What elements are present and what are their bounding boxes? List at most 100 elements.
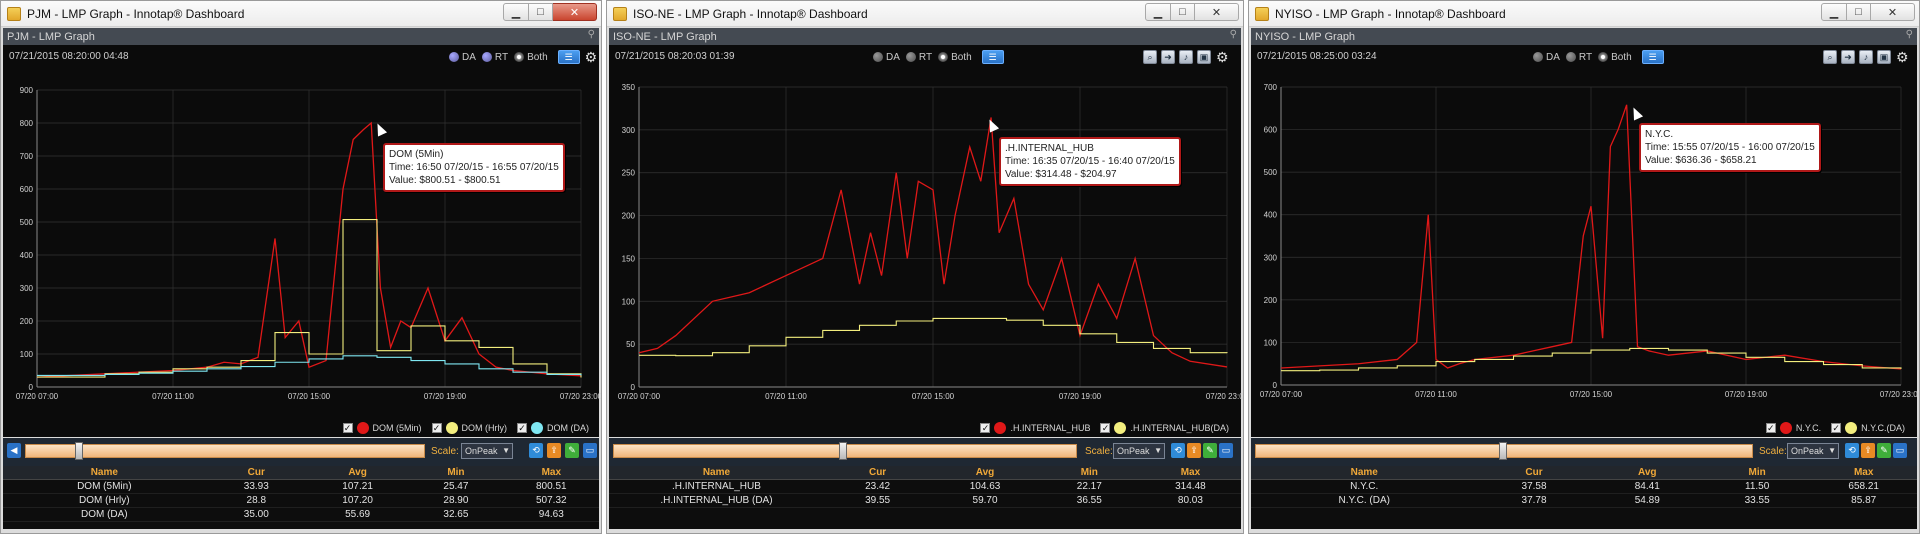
y-tick-label: 200 xyxy=(1264,296,1278,305)
x-tick-label: 07/20 19:00 xyxy=(1725,390,1768,399)
x-tick-label: 07/20 07:00 xyxy=(618,392,661,401)
pin-icon[interactable]: ⚲ xyxy=(1230,29,1237,40)
table-header: Name Cur Avg Min Max xyxy=(3,466,599,480)
legend-checkbox[interactable]: ✓ xyxy=(342,423,353,433)
table-row[interactable]: DOM (Hrly) 28.8 107.20 28.90 507.32 xyxy=(3,494,599,508)
cell-name: DOM (DA) xyxy=(80,509,128,520)
title-bar[interactable]: NYISO - LMP Graph - Innotap® Dashboard ▁… xyxy=(1249,1,1919,27)
panel-title: PJM - LMP Graph xyxy=(7,30,95,43)
chevron-down-icon: ▼ xyxy=(1828,446,1836,455)
scale-select[interactable]: OnPeak ▼ xyxy=(1113,443,1165,459)
table-header: Name Cur Avg Min Max xyxy=(1251,466,1917,480)
minimize-button[interactable]: ▁ xyxy=(503,3,529,21)
legend-label: N.Y.C.(DA) xyxy=(1861,423,1905,433)
export-button[interactable]: ⇪ xyxy=(1187,443,1201,458)
chart-tooltip: N.Y.C. Time: 15:55 07/20/15 - 16:00 07/2… xyxy=(1639,123,1821,172)
window-button[interactable]: ▭ xyxy=(1219,443,1233,458)
edit-button[interactable]: ✎ xyxy=(565,443,579,458)
table-row[interactable]: DOM (DA) 35.00 55.69 32.65 94.63 xyxy=(3,508,599,522)
legend-item-dom-hrly[interactable]: ✓ DOM (Hrly) xyxy=(431,422,507,434)
title-bar[interactable]: PJM - LMP Graph - Innotap® Dashboard ▁ □… xyxy=(1,1,601,27)
edit-button[interactable]: ✎ xyxy=(1203,443,1217,458)
close-button[interactable]: ✕ xyxy=(1195,3,1239,21)
scale-select-value: OnPeak xyxy=(1117,446,1150,456)
maximize-button[interactable]: □ xyxy=(529,3,553,21)
col-cur: Cur xyxy=(1525,467,1543,478)
x-tick-label: 07/20 15:00 xyxy=(912,392,955,401)
window-button[interactable]: ▭ xyxy=(1893,443,1907,458)
slider-thumb[interactable] xyxy=(839,442,847,460)
pin-icon[interactable]: ⚲ xyxy=(1906,29,1913,40)
minimize-button[interactable]: ▁ xyxy=(1145,3,1171,21)
scale-select[interactable]: OnPeak ▼ xyxy=(1787,443,1839,459)
export-button[interactable]: ⇪ xyxy=(1861,443,1875,458)
col-avg: Avg xyxy=(1638,467,1657,478)
y-tick-label: 250 xyxy=(622,169,636,178)
x-tick-label: 07/20 07:00 xyxy=(16,392,59,401)
maximize-button[interactable]: □ xyxy=(1847,3,1871,21)
legend-label: N.Y.C. xyxy=(1795,423,1822,433)
legend-checkbox[interactable]: ✓ xyxy=(1831,423,1842,433)
window-controls: ▁ □ ✕ xyxy=(1821,3,1915,21)
cell-avg: 59.70 xyxy=(972,495,998,506)
chart-tooltip: .H.INTERNAL_HUB Time: 16:35 07/20/15 - 1… xyxy=(999,137,1181,186)
y-tick-label: 700 xyxy=(20,152,34,161)
legend-checkbox[interactable]: ✓ xyxy=(517,423,527,433)
legend-checkbox[interactable]: ✓ xyxy=(980,423,991,433)
cell-avg: 107.20 xyxy=(342,495,373,506)
chart-legend: ✓ DOM (5Min) ✓ DOM (Hrly) ✓ DOM (DA) xyxy=(333,422,589,434)
col-max: Max xyxy=(1853,467,1874,478)
table-row[interactable]: DOM (5Min) 33.93 107.21 25.47 800.51 xyxy=(3,480,599,494)
legend-item-dom-da[interactable]: ✓ DOM (DA) xyxy=(517,422,589,434)
edit-button[interactable]: ✎ xyxy=(1877,443,1891,458)
refresh-button[interactable]: ⟲ xyxy=(1845,443,1859,458)
table-row[interactable]: N.Y.C. 37.58 84.41 11.50 658.21 xyxy=(1251,480,1917,494)
close-button[interactable]: ✕ xyxy=(553,3,597,21)
title-bar[interactable]: ISO-NE - LMP Graph - Innotap® Dashboard … xyxy=(607,1,1243,27)
legend-label: DOM (DA) xyxy=(547,423,589,433)
tooltip-value: Value: $800.51 - $800.51 xyxy=(389,175,501,186)
scroll-left-button[interactable]: ◀ xyxy=(7,443,21,458)
tooltip-value: Value: $314.48 - $204.97 xyxy=(1005,169,1117,180)
legend-checkbox[interactable]: ✓ xyxy=(1100,423,1111,433)
legend-item-internal-hub-da[interactable]: ✓ .H.INTERNAL_HUB(DA) xyxy=(1100,422,1229,434)
slider-thumb[interactable] xyxy=(75,442,83,460)
window-button[interactable]: ▭ xyxy=(583,443,597,458)
legend-checkbox[interactable]: ✓ xyxy=(1765,423,1776,433)
y-tick-label: 0 xyxy=(29,383,34,392)
minimize-button[interactable]: ▁ xyxy=(1821,3,1847,21)
legend-item-dom-5min[interactable]: ✓ DOM (5Min) xyxy=(342,422,422,434)
time-slider[interactable] xyxy=(25,444,425,458)
legend-swatch xyxy=(356,422,369,434)
maximize-button[interactable]: □ xyxy=(1171,3,1195,21)
pin-icon[interactable]: ⚲ xyxy=(588,29,595,40)
legend-checkbox[interactable]: ✓ xyxy=(431,423,442,433)
scale-label: Scale: xyxy=(1759,446,1787,457)
desktop: PJM - LMP Graph - Innotap® Dashboard ▁ □… xyxy=(0,0,1920,534)
table-header: Name Cur Avg Min Max xyxy=(609,466,1241,480)
x-tick-label: 07/20 15:00 xyxy=(288,392,331,401)
legend-label: DOM (5Min) xyxy=(372,423,422,433)
table-row[interactable]: .H.INTERNAL_HUB 23.42 104.63 22.17 314.4… xyxy=(609,480,1241,494)
y-tick-label: 500 xyxy=(20,218,34,227)
table-row[interactable]: .H.INTERNAL_HUB (DA) 39.55 59.70 36.55 8… xyxy=(609,494,1241,508)
legend-item-nyc[interactable]: ✓ N.Y.C. xyxy=(1765,422,1822,434)
x-tick-label: 07/20 19:00 xyxy=(424,392,467,401)
close-button[interactable]: ✕ xyxy=(1871,3,1915,21)
legend-swatch xyxy=(445,422,458,434)
col-min: Min xyxy=(1080,467,1098,478)
table-row[interactable]: N.Y.C. (DA) 37.78 54.89 33.55 85.87 xyxy=(1251,494,1917,508)
refresh-button[interactable]: ⟲ xyxy=(529,443,543,458)
scale-select-value: OnPeak xyxy=(465,446,498,456)
window-title: PJM - LMP Graph - Innotap® Dashboard xyxy=(27,6,245,21)
slider-thumb[interactable] xyxy=(1499,442,1507,460)
x-tick-label: 07/20 11:00 xyxy=(152,392,194,401)
legend-item-internal-hub[interactable]: ✓ .H.INTERNAL_HUB xyxy=(980,422,1090,434)
scale-select[interactable]: OnPeak ▼ xyxy=(461,443,513,459)
export-button[interactable]: ⇪ xyxy=(547,443,561,458)
legend-item-nyc-da[interactable]: ✓ N.Y.C.(DA) xyxy=(1831,422,1905,434)
panel-title: NYISO - LMP Graph xyxy=(1255,30,1356,43)
cell-name: DOM (Hrly) xyxy=(79,495,130,506)
refresh-button[interactable]: ⟲ xyxy=(1171,443,1185,458)
cell-cur: 23.42 xyxy=(865,481,891,492)
